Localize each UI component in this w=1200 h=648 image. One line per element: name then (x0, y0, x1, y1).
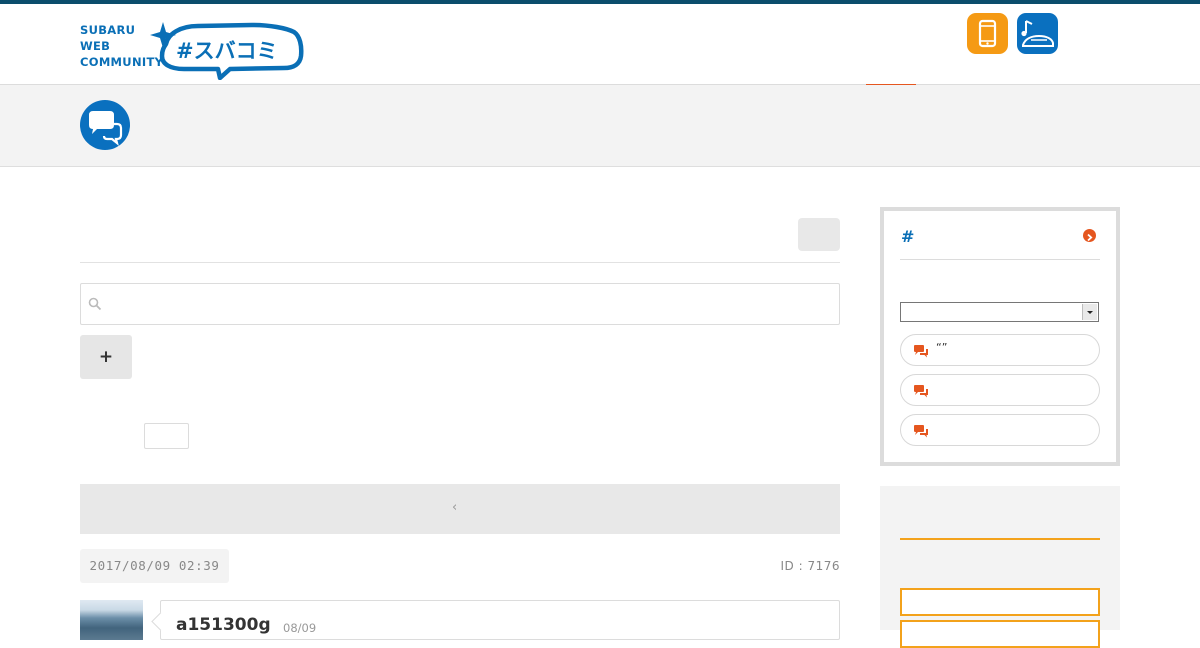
chat-bubbles-icon (89, 111, 123, 146)
post-date-chip: 2017/08/09 02:39 (80, 549, 229, 583)
smartphone-nav-button[interactable] (967, 13, 1008, 54)
subaru-web-community-logo[interactable]: SUBARU WEB COMMUNITY #スバコミ (80, 16, 305, 80)
pager-bar: ‹ (80, 484, 840, 534)
smartphone-icon (978, 19, 997, 48)
category-select[interactable] (900, 302, 1099, 322)
search-input[interactable] (107, 284, 827, 324)
chevron-down-icon (1087, 311, 1093, 314)
more-arrow-button[interactable] (1083, 229, 1096, 242)
ranking-item[interactable] (900, 588, 1100, 616)
ranking-widget (880, 486, 1120, 648)
topic-pill[interactable]: “” (900, 334, 1100, 366)
small-input-box[interactable] (144, 423, 189, 449)
community-board-badge (80, 100, 130, 150)
action-button[interactable] (798, 218, 840, 251)
post-card: a151300g 08/09 (160, 600, 840, 640)
car-music-icon (1021, 20, 1054, 47)
select-arrow (1082, 304, 1097, 320)
pager-prev-button[interactable]: ‹ (452, 500, 457, 515)
add-button[interactable]: + (80, 335, 132, 379)
logo-tag: #スバコミ (176, 39, 278, 63)
hashtag-widget: # “” (880, 207, 1120, 466)
search-icon (88, 297, 102, 311)
post-id: ID : 7176 (780, 559, 840, 573)
chat-icon (914, 425, 928, 438)
hashtag-title: # (901, 227, 915, 246)
logo-car-bubble-icon: #スバコミ (150, 22, 304, 80)
user-avatar-thumbnail[interactable] (80, 600, 143, 640)
chat-icon (914, 385, 928, 398)
topic-pill[interactable] (900, 374, 1100, 406)
post-short-date: 08/09 (283, 621, 317, 635)
chat-icon (914, 345, 928, 358)
chevron-right-icon (1087, 233, 1093, 242)
car-music-nav-button[interactable] (1017, 13, 1058, 54)
widget-heading-underline (900, 538, 1100, 540)
divider (80, 262, 840, 263)
ranking-item[interactable] (900, 620, 1100, 648)
topic-pill[interactable] (900, 414, 1100, 446)
post-username[interactable]: a151300g (176, 615, 271, 635)
page-title-band (0, 85, 1200, 167)
widget-divider (900, 259, 1100, 260)
topic-pill-label: “” (936, 341, 948, 354)
main-content: + ‹ 2017/08/09 02:39 ID : 7176 a151300g … (80, 167, 840, 640)
site-header: SUBARU WEB COMMUNITY #スバコミ (0, 4, 1200, 88)
search-box (80, 283, 840, 325)
